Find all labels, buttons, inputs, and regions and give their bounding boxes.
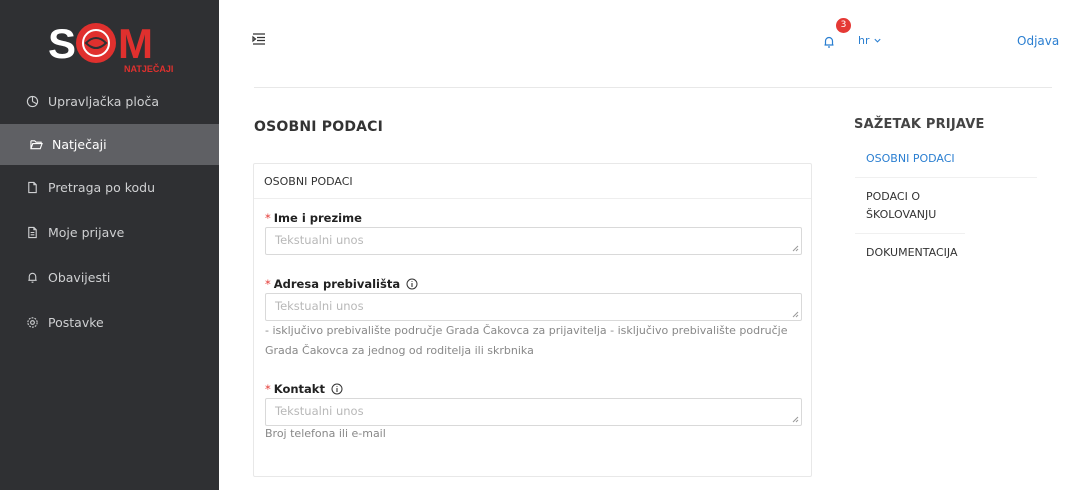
- resize-grip-icon[interactable]: [791, 415, 799, 423]
- sidebar-item-natjecaji[interactable]: Natječaji: [0, 124, 219, 165]
- section-title: OSOBNI PODACI: [254, 119, 384, 135]
- logo-subtitle: NATJEČAJI: [124, 63, 173, 74]
- sidebar: S M NATJEČAJI Upravljačka ploča Natječaj…: [0, 0, 219, 490]
- sidebar-item-label: Pretraga po kodu: [48, 180, 155, 195]
- svg-text:M: M: [118, 20, 153, 67]
- sidebar-item-label: Moje prijave: [48, 225, 125, 240]
- sidebar-item-postavke[interactable]: Postavke: [0, 300, 219, 345]
- language-select[interactable]: hr: [858, 34, 882, 47]
- required-marker: *: [265, 277, 271, 291]
- ime-prezime-input[interactable]: Tekstualni unos: [265, 227, 802, 255]
- field-label-text: Ime i prezime: [273, 211, 362, 225]
- sidebar-item-label: Natječaji: [52, 137, 107, 152]
- app-root: S M NATJEČAJI Upravljačka ploča Natječaj…: [0, 0, 1074, 490]
- header-divider: [254, 87, 1052, 88]
- sidebar-item-label: Obavijesti: [48, 270, 111, 285]
- sidebar-item-dashboard[interactable]: Upravljačka ploča: [0, 79, 219, 124]
- field-label-ime: * Ime i prezime: [265, 211, 362, 225]
- summary-item-skolovanje[interactable]: PODACI O ŠKOLOVANJU: [855, 178, 965, 234]
- folder-open-icon: [30, 138, 44, 152]
- notification-badge: 3: [836, 18, 851, 33]
- sidebar-item-pretraga[interactable]: Pretraga po kodu: [0, 165, 219, 210]
- field-label-kontakt: * Kontakt: [265, 382, 343, 396]
- gear-icon: [26, 316, 40, 330]
- sidebar-item-label: Upravljačka ploča: [48, 94, 159, 109]
- sidebar-item-obavijesti[interactable]: Obavijesti: [0, 255, 219, 300]
- card-title: OSOBNI PODACI: [254, 164, 811, 199]
- top-header: 3 hr Odjava: [219, 0, 1074, 78]
- adresa-input[interactable]: Tekstualni unos: [265, 293, 802, 321]
- sidebar-item-moje-prijave[interactable]: Moje prijave: [0, 210, 219, 255]
- chevron-down-icon: [873, 38, 881, 43]
- form-card: OSOBNI PODACI * Ime i prezime Tekstualni…: [253, 163, 812, 477]
- language-value: hr: [858, 34, 870, 47]
- adresa-help-text: - isključivo prebivalište područje Grada…: [265, 324, 788, 357]
- document-icon: [26, 226, 40, 240]
- bell-icon: [26, 271, 40, 285]
- input-placeholder: Tekstualni unos: [275, 233, 364, 247]
- info-icon[interactable]: [406, 278, 418, 290]
- dashboard-icon: [26, 95, 40, 109]
- info-icon[interactable]: [331, 383, 343, 395]
- sidebar-item-label: Postavke: [48, 315, 104, 330]
- document-icon: [26, 181, 40, 195]
- resize-grip-icon[interactable]: [791, 310, 799, 318]
- sidebar-nav: Upravljačka ploča Natječaji Pretraga po …: [0, 79, 219, 345]
- svg-text:S: S: [48, 20, 76, 67]
- field-label-text: Adresa prebivališta: [273, 277, 401, 291]
- input-placeholder: Tekstualni unos: [275, 299, 364, 313]
- logo[interactable]: S M NATJEČAJI: [0, 10, 219, 80]
- summary-nav: OSOBNI PODACI PODACI O ŠKOLOVANJU DOKUME…: [855, 140, 1037, 271]
- menu-fold-icon[interactable]: [252, 31, 266, 45]
- field-label-text: Kontakt: [273, 382, 325, 396]
- input-placeholder: Tekstualni unos: [275, 404, 364, 418]
- kontakt-help-text: Broj telefona ili e-mail: [265, 427, 386, 440]
- summary-item-dokumentacija[interactable]: DOKUMENTACIJA: [855, 234, 1037, 271]
- required-marker: *: [265, 382, 271, 396]
- notification-bell-icon[interactable]: [822, 34, 836, 48]
- summary-title: SAŽETAK PRIJAVE: [854, 117, 985, 132]
- resize-grip-icon[interactable]: [791, 244, 799, 252]
- kontakt-input[interactable]: Tekstualni unos: [265, 398, 802, 426]
- required-marker: *: [265, 211, 271, 225]
- summary-item-osobni-podaci[interactable]: OSOBNI PODACI: [855, 140, 1037, 178]
- field-label-adresa: * Adresa prebivališta: [265, 277, 418, 291]
- som-logo: S M NATJEČAJI: [48, 20, 173, 74]
- logout-link[interactable]: Odjava: [1017, 34, 1059, 48]
